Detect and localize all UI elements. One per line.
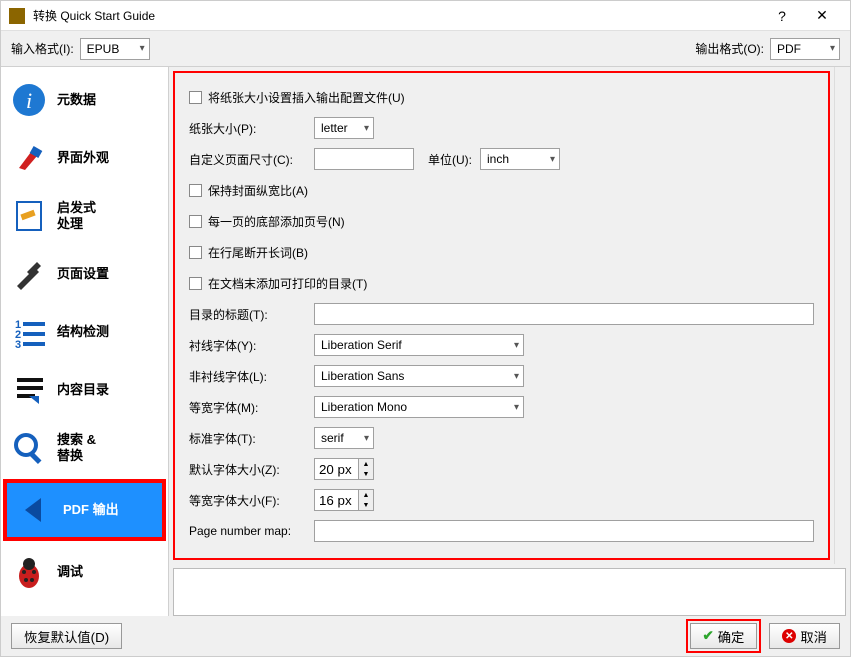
unit-label: 单位(U):	[428, 151, 472, 168]
serif-font-label: 衬线字体(Y):	[189, 337, 314, 354]
sidebar-item-structure[interactable]: 123 结构检测	[1, 303, 168, 361]
mono-font-label: 等宽字体(M):	[189, 399, 314, 416]
printable-toc-label: 在文档末添加可打印的目录(T)	[208, 275, 367, 292]
bug-icon	[9, 552, 49, 592]
back-arrow-icon	[15, 490, 55, 530]
check-icon: ✔	[703, 628, 714, 644]
description-area	[173, 568, 846, 616]
app-icon	[9, 8, 25, 24]
content-wrap: 将纸张大小设置插入输出配置文件(U) 纸张大小(P):letter 自定义页面尺…	[169, 67, 850, 616]
tools-icon	[9, 254, 49, 294]
pdf-output-panel: 将纸张大小设置插入输出配置文件(U) 纸张大小(P):letter 自定义页面尺…	[173, 71, 830, 560]
serif-font-combo[interactable]: Liberation Serif	[314, 334, 524, 356]
cross-icon: ✕	[782, 629, 796, 643]
keep-aspect-checkbox[interactable]	[189, 184, 202, 197]
restore-defaults-button[interactable]: 恢复默认值(D)	[11, 623, 122, 649]
toc-title-label: 目录的标题(T):	[189, 306, 314, 323]
search-icon	[9, 428, 49, 468]
svg-text:i: i	[26, 88, 32, 113]
std-font-combo[interactable]: serif	[314, 427, 374, 449]
default-fs-label: 默认字体大小(Z):	[189, 461, 314, 478]
custom-size-label: 自定义页面尺寸(C):	[189, 151, 314, 168]
paper-size-combo[interactable]: letter	[314, 117, 374, 139]
close-button[interactable]: ✕	[802, 2, 842, 30]
mono-fs-label: 等宽字体大小(F):	[189, 492, 314, 509]
info-icon: i	[9, 80, 49, 120]
page-map-input[interactable]	[314, 520, 814, 542]
cancel-button[interactable]: ✕取消	[769, 623, 840, 649]
mono-fs-up[interactable]: ▲	[359, 490, 373, 500]
mono-fs-down[interactable]: ▼	[359, 500, 373, 510]
page-num-checkbox[interactable]	[189, 215, 202, 228]
default-fs-down[interactable]: ▼	[359, 469, 373, 479]
sidebar-item-heuristic[interactable]: 启发式 处理	[1, 187, 168, 245]
document-icon	[9, 196, 49, 236]
convert-dialog: 转换 Quick Start Guide ? ✕ 输入格式(I): EPUB 输…	[0, 0, 851, 657]
mono-fs-input[interactable]	[314, 489, 359, 511]
footer: 恢复默认值(D) ✔确定 ✕取消	[1, 616, 850, 656]
toc-icon	[9, 370, 49, 410]
page-num-label: 每一页的底部添加页号(N)	[208, 213, 345, 230]
default-fs-up[interactable]: ▲	[359, 459, 373, 469]
hyphenate-checkbox[interactable]	[189, 246, 202, 259]
output-format-combo[interactable]: PDF	[770, 38, 840, 60]
sans-font-label: 非衬线字体(L):	[189, 368, 314, 385]
help-button[interactable]: ?	[762, 2, 802, 30]
sidebar-item-search[interactable]: 搜索 & 替换	[1, 419, 168, 477]
paper-size-label: 纸张大小(P):	[189, 120, 314, 137]
std-font-label: 标准字体(T):	[189, 430, 314, 447]
format-bar: 输入格式(I): EPUB 输出格式(O): PDF	[1, 31, 850, 67]
keep-aspect-label: 保持封面纵宽比(A)	[208, 182, 308, 199]
vertical-scrollbar[interactable]	[834, 67, 850, 564]
input-format-combo[interactable]: EPUB	[80, 38, 150, 60]
sidebar-item-look-feel[interactable]: 界面外观	[1, 129, 168, 187]
sans-font-combo[interactable]: Liberation Sans	[314, 365, 524, 387]
insert-paper-checkbox[interactable]	[189, 91, 202, 104]
ok-button[interactable]: ✔确定	[690, 623, 758, 649]
sidebar-item-pdf-output[interactable]: PDF 输出	[5, 481, 164, 539]
output-format-label: 输出格式(O):	[695, 40, 764, 57]
sidebar-item-page-setup[interactable]: 页面设置	[1, 245, 168, 303]
window-title: 转换 Quick Start Guide	[33, 7, 762, 24]
svg-text:3: 3	[15, 339, 21, 350]
main-area: i 元数据 界面外观 启发式 处理 页面设置 123 结构检测 内容目录	[1, 67, 850, 616]
brush-icon	[9, 138, 49, 178]
list-icon: 123	[9, 312, 49, 352]
hyphenate-label: 在行尾断开长词(B)	[208, 244, 308, 261]
sidebar-item-metadata[interactable]: i 元数据	[1, 71, 168, 129]
input-format-label: 输入格式(I):	[11, 40, 74, 57]
mono-font-combo[interactable]: Liberation Mono	[314, 396, 524, 418]
toc-title-input[interactable]	[314, 303, 814, 325]
sidebar-item-toc[interactable]: 内容目录	[1, 361, 168, 419]
sidebar: i 元数据 界面外观 启发式 处理 页面设置 123 结构检测 内容目录	[1, 67, 169, 616]
titlebar: 转换 Quick Start Guide ? ✕	[1, 1, 850, 31]
default-fs-input[interactable]	[314, 458, 359, 480]
unit-combo[interactable]: inch	[480, 148, 560, 170]
sidebar-item-debug[interactable]: 调试	[1, 543, 168, 601]
insert-paper-label: 将纸张大小设置插入输出配置文件(U)	[208, 89, 405, 106]
printable-toc-checkbox[interactable]	[189, 277, 202, 290]
page-map-label: Page number map:	[189, 524, 314, 538]
custom-size-input[interactable]	[314, 148, 414, 170]
